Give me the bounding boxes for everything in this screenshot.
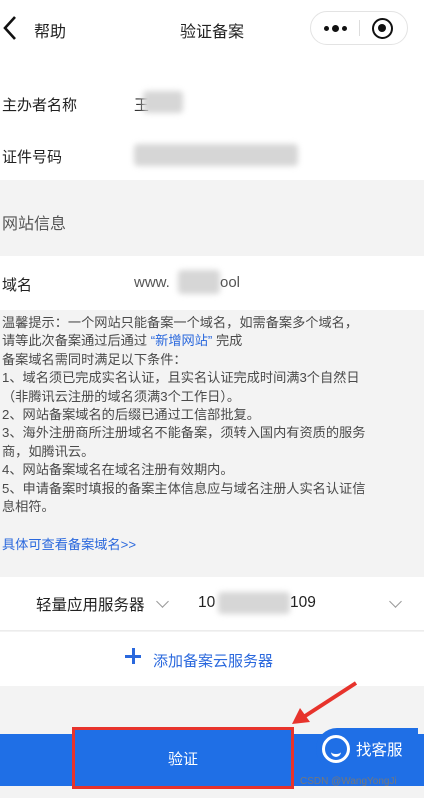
server-ip-prefix[interactable]: 10 [198,594,215,612]
organizer-info-block: 主办者名称 王 证件号码 [0,58,424,180]
domain-row: 域名 www. ool [0,256,424,310]
website-info-section: 网站信息 [0,180,424,256]
server-ip-suffix[interactable]: 109 [290,594,316,612]
redacted-domain [178,270,220,294]
notice-line: 息相符。 [2,499,55,515]
chevron-down-icon[interactable] [156,595,169,608]
notice-line: 4、网站备案域名在域名注册有效期内。 [2,462,234,478]
notice-line: 3、海外注册商所注册域名不能备案，须转入国内有资质的服务 [2,425,366,441]
more-icon[interactable] [311,12,360,44]
notice-line: 温馨提示：一个网站只能备案一个域名，如需备案多个域名， [2,315,359,330]
notice-text: 请等此次备案通过后通过 [2,333,148,349]
notice-line: （非腾讯云注册的域名须满3个工作日）。 [2,388,241,404]
customer-service-label: 找客服 [356,742,403,759]
add-server-label: 添加备案云服务器 [153,653,274,670]
section-title: 网站信息 [2,216,67,233]
top-nav-bar: 帮助 验证备案 [0,0,424,58]
view-filing-domain-link[interactable]: 具体可查看备案域名>> [2,534,136,553]
redacted-organizer-name [143,91,183,113]
new-website-link[interactable]: “新增网站” [151,333,213,348]
mini-program-capsule [310,11,408,45]
chevron-down-icon[interactable] [389,595,402,608]
customer-service-button[interactable]: 找客服 [316,728,418,770]
domain-label: 域名 [2,277,33,294]
notice-line: 2、网站备案域名的后缀已通过工信部批复。 [2,407,260,423]
close-miniprogram-icon[interactable] [372,18,393,39]
domain-value-prefix: www. [134,274,170,291]
id-number-label: 证件号码 [2,149,63,166]
notice-line: 5、申请备案时填报的备案主体信息应与域名注册人实名认证信 [2,480,366,496]
headset-icon [322,735,350,763]
notice-line: 商，如腾讯云。 [2,443,95,459]
notice-line: 备案域名需同时满足以下条件： [2,351,187,367]
watermark: CSDN @WangYongJi [300,776,397,787]
notice-text: 完成 [215,333,243,349]
redacted-id-number [134,144,298,166]
verify-button[interactable]: 验证 [72,727,294,789]
redacted-server-ip [218,592,290,614]
organizer-name-label: 主办者名称 [2,97,78,114]
plus-icon [124,647,142,665]
server-row: 轻量应用服务器 10 109 [0,577,424,631]
domain-notice: 温馨提示：一个网站只能备案一个域名，如需备案多个域名， 请等此次备案通过后通过 … [2,314,420,516]
capsule-divider [359,20,360,36]
domain-value-suffix: ool [220,274,241,291]
notice-line: 1、域名须已完成实名认证，且实名认证完成时间满3个自然日 [2,370,360,386]
server-type-select[interactable]: 轻量应用服务器 [36,593,145,615]
notice-line: 请等此次备案通过后通过 “新增网站” 完成 [2,332,420,350]
add-cloud-server-button[interactable]: 添加备案云服务器 [0,632,424,686]
